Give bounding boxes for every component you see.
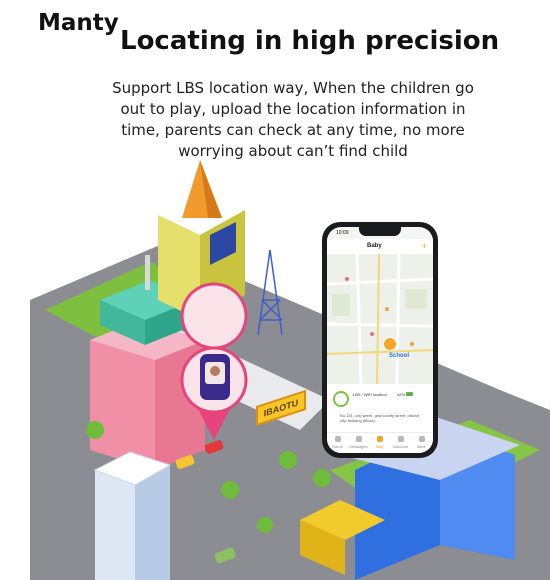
page-title: Locating in high precision — [120, 26, 500, 56]
tab-label: Home — [332, 444, 343, 449]
map-view[interactable] — [327, 254, 433, 384]
tree-icon — [279, 451, 297, 469]
location-type: LBS / WiFi location — [353, 392, 387, 397]
white-tower-front — [95, 470, 135, 580]
battery-ring-icon — [333, 391, 349, 407]
battery-percent: 42% — [397, 392, 406, 397]
message-icon — [355, 436, 362, 442]
description-text: Support LBS location way, When the child… — [112, 79, 474, 160]
battery-icon — [406, 392, 413, 396]
discover-icon — [397, 436, 404, 442]
smartwatch-icon — [200, 354, 230, 400]
phone-notch — [359, 227, 401, 236]
tree-icon — [221, 481, 239, 499]
tab-bar: Home Messages Map Discover Mine — [327, 432, 433, 453]
tab-map[interactable]: Map — [369, 436, 390, 449]
location-pin-icon[interactable] — [383, 337, 397, 351]
tab-mine[interactable]: Mine — [411, 436, 432, 449]
app-header: Baby + — [327, 239, 433, 255]
user-icon — [418, 436, 425, 442]
tab-label: Messages — [349, 444, 368, 449]
home-icon — [334, 436, 341, 442]
phone-screen: 10:09 Baby + School LBS / WiFi location — [327, 227, 433, 453]
brand-logo: Manty — [38, 10, 119, 36]
spire — [145, 255, 150, 290]
school-label: School — [389, 353, 410, 359]
tab-home[interactable]: Home — [327, 436, 348, 449]
status-time: 10:09 — [336, 230, 349, 236]
tab-label: Map — [375, 444, 384, 449]
tab-label: Discover — [392, 444, 409, 449]
location-pin-icon — [180, 282, 248, 350]
pink-building-front — [90, 340, 155, 470]
address-text: No.151, city street, gha county street, … — [340, 413, 419, 423]
tab-discover[interactable]: Discover — [390, 436, 411, 449]
map-icon — [376, 436, 383, 442]
phone-mockup: 10:09 Baby + School LBS / WiFi location — [322, 222, 438, 458]
tab-label: Mine — [417, 444, 426, 449]
tree-icon — [257, 517, 273, 533]
add-icon[interactable]: + — [422, 241, 427, 251]
tree-icon — [313, 469, 331, 487]
tab-messages[interactable]: Messages — [348, 436, 369, 449]
tree-icon — [86, 421, 104, 439]
app-title: Baby — [367, 243, 382, 249]
device-info-card[interactable]: LBS / WiFi location 42% No.151, city str… — [327, 384, 433, 432]
